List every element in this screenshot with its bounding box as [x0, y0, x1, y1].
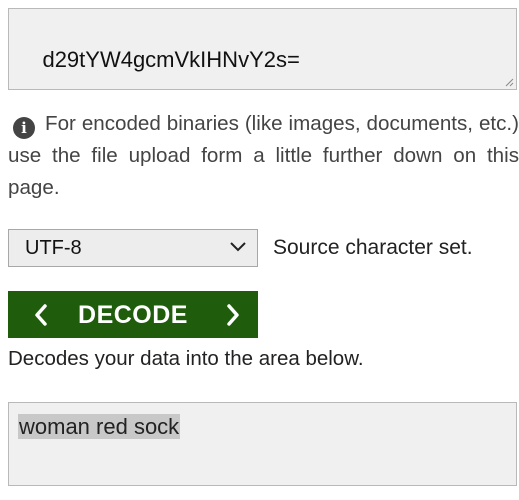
charset-select[interactable]: UTF-8 — [8, 229, 258, 267]
info-note-text: For encoded binaries (like images, docum… — [8, 112, 519, 199]
encoded-input-textarea[interactable]: d29tYW4gcmVkIHNvY2s= — [8, 8, 517, 90]
charset-label: Source character set. — [273, 236, 473, 259]
chevron-right-icon — [227, 304, 239, 326]
chevron-down-icon — [230, 242, 246, 252]
info-circle-icon: i — [13, 117, 35, 139]
charset-selected-value: UTF-8 — [25, 237, 82, 259]
decode-help-text: Decodes your data into the area below. — [8, 347, 364, 370]
decode-page: d29tYW4gcmVkIHNvY2s= i For encoded binari… — [0, 0, 519, 500]
decode-button[interactable]: DECODE — [8, 291, 258, 338]
info-note: i For encoded binaries (like images, docu… — [8, 108, 519, 204]
encoded-input-text: d29tYW4gcmVkIHNvY2s= — [42, 47, 300, 72]
decoded-output-text: woman red sock — [18, 414, 181, 439]
resize-grip-icon[interactable] — [505, 78, 514, 87]
decode-button-label: DECODE — [78, 301, 188, 329]
decoded-output-textarea[interactable]: woman red sock — [8, 402, 517, 486]
